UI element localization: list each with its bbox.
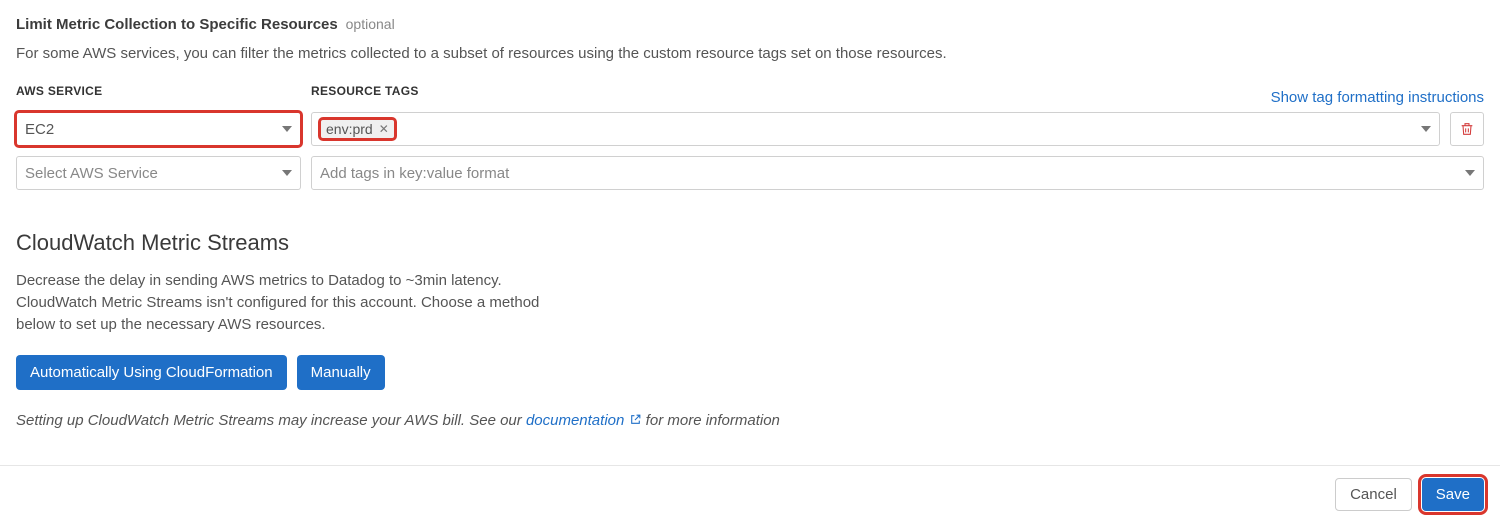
- note-prefix: Setting up CloudWatch Metric Streams may…: [16, 412, 526, 429]
- footer-actions: Cancel Save: [0, 465, 1500, 511]
- aws-service-value: EC2: [25, 121, 54, 138]
- documentation-link[interactable]: documentation: [526, 412, 642, 429]
- aws-service-select-row2[interactable]: Select AWS Service: [16, 156, 301, 190]
- aws-service-placeholder: Select AWS Service: [25, 165, 158, 182]
- save-button[interactable]: Save: [1422, 478, 1484, 511]
- resource-tags-input-row2[interactable]: Add tags in key:value format: [311, 156, 1484, 190]
- cloudwatch-line1: Decrease the delay in sending AWS metric…: [16, 272, 502, 289]
- cloudwatch-description: Decrease the delay in sending AWS metric…: [16, 270, 576, 335]
- show-tag-instructions-link[interactable]: Show tag formatting instructions: [1271, 89, 1484, 106]
- tags-placeholder: Add tags in key:value format: [320, 165, 509, 182]
- resource-tags-input-row1[interactable]: env:prd ✕: [311, 112, 1440, 146]
- cloudwatch-note: Setting up CloudWatch Metric Streams may…: [16, 412, 1484, 429]
- limit-metric-section: Limit Metric Collection to Specific Reso…: [16, 16, 1484, 190]
- cloudwatch-line2: CloudWatch Metric Streams isn't configur…: [16, 294, 539, 333]
- chevron-down-icon: [282, 170, 292, 176]
- aws-service-label: AWS SERVICE: [16, 84, 301, 98]
- trash-icon: [1459, 121, 1475, 137]
- tag-chip-label: env:prd: [326, 121, 373, 137]
- tag-chip-envprd[interactable]: env:prd ✕: [320, 119, 395, 139]
- section-description: For some AWS services, you can filter th…: [16, 45, 1484, 62]
- chevron-down-icon: [1465, 170, 1475, 176]
- cloudwatch-heading: CloudWatch Metric Streams: [16, 230, 1484, 256]
- external-link-icon: [629, 413, 642, 426]
- section-title: Limit Metric Collection to Specific Reso…: [16, 16, 338, 33]
- note-suffix: for more information: [642, 412, 780, 429]
- auto-cloudformation-button[interactable]: Automatically Using CloudFormation: [16, 355, 287, 390]
- chevron-down-icon: [1421, 126, 1431, 132]
- optional-label: optional: [346, 16, 395, 32]
- delete-row-button[interactable]: [1450, 112, 1484, 146]
- resource-tags-label: RESOURCE TAGS: [311, 84, 419, 98]
- manually-button[interactable]: Manually: [297, 355, 385, 390]
- chevron-down-icon: [282, 126, 292, 132]
- cancel-button[interactable]: Cancel: [1335, 478, 1412, 511]
- tag-remove-icon[interactable]: ✕: [379, 122, 389, 136]
- aws-service-select-row1[interactable]: EC2: [16, 112, 301, 146]
